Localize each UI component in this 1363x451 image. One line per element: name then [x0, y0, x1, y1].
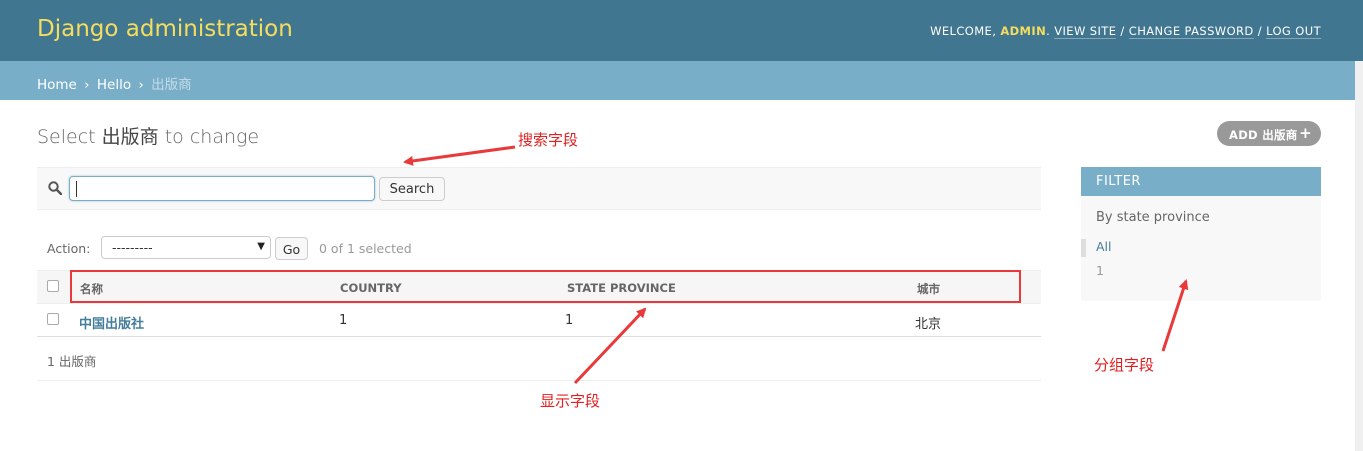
- page-title: Select 出版商 to change: [37, 126, 260, 148]
- view-site-link[interactable]: VIEW SITE: [1054, 24, 1117, 39]
- state-province-cell: 1: [565, 313, 574, 328]
- action-label: Action:: [47, 241, 91, 256]
- breadcrumb-separator: ›: [138, 77, 144, 93]
- add-button-label: ADD 出版商: [1229, 128, 1298, 142]
- breadcrumb-app[interactable]: Hello: [97, 77, 131, 93]
- table-row: 中国出版社 1 1 北京: [37, 304, 1041, 337]
- row-checkbox[interactable]: [47, 313, 59, 325]
- city-cell: 北京: [915, 317, 942, 332]
- selection-counter: 0 of 1 selected: [319, 241, 412, 256]
- go-button[interactable]: Go: [275, 237, 308, 260]
- search-annotation-arrow: [403, 145, 516, 166]
- welcome-text: WELCOME,: [930, 24, 1001, 38]
- search-input[interactable]: [69, 176, 375, 201]
- breadcrumb-separator: ›: [84, 77, 90, 93]
- search-field-annotation: 搜索字段: [518, 131, 579, 149]
- search-button[interactable]: Search: [379, 177, 445, 201]
- filter-heading: By state province: [1096, 210, 1210, 225]
- search-icon: [48, 181, 62, 195]
- scrollbar[interactable]: [1355, 61, 1363, 451]
- plus-icon: +: [1299, 124, 1312, 142]
- paginator: 1 出版商: [37, 337, 1041, 381]
- breadcrumb-home[interactable]: Home: [37, 77, 77, 93]
- filter-option-all[interactable]: All: [1081, 239, 1112, 257]
- column-header-country[interactable]: COUNTRY: [340, 281, 402, 295]
- country-cell: 1: [339, 313, 348, 328]
- user-tools: WELCOME, ADMIN. VIEW SITE / CHANGE PASSW…: [930, 24, 1321, 39]
- table-header: 名称 COUNTRY STATE PROVINCE 城市: [37, 270, 1041, 304]
- filter-panel: FILTER By state province All 1: [1081, 167, 1321, 301]
- header-bar: Django administration WELCOME, ADMIN. VI…: [0, 0, 1363, 61]
- site-title[interactable]: Django administration: [37, 16, 293, 42]
- change-password-link[interactable]: CHANGE PASSWORD: [1128, 24, 1254, 39]
- column-header-city[interactable]: 城市: [917, 281, 940, 297]
- display-field-annotation: 显示字段: [540, 392, 601, 410]
- filter-option-1[interactable]: 1: [1096, 263, 1104, 278]
- breadcrumb: Home › Hello › 出版商: [0, 61, 1363, 100]
- breadcrumb-current: 出版商: [151, 77, 192, 93]
- filter-title: FILTER: [1081, 167, 1321, 196]
- text-cursor: [76, 181, 77, 197]
- group-field-annotation: 分组字段: [1094, 356, 1155, 374]
- username: ADMIN: [1000, 24, 1047, 38]
- publisher-name-link[interactable]: 中国出版社: [79, 313, 144, 332]
- separator: /: [1116, 24, 1129, 38]
- select-all-checkbox[interactable]: [47, 280, 59, 292]
- search-toolbar: Search: [37, 167, 1041, 210]
- column-header-name[interactable]: 名称: [80, 281, 103, 297]
- column-header-state-province[interactable]: STATE PROVINCE: [567, 281, 676, 295]
- separator: /: [1253, 24, 1267, 38]
- add-publisher-button[interactable]: ADD 出版商 +: [1217, 121, 1321, 146]
- action-select[interactable]: --------- ▼: [101, 236, 271, 259]
- chevron-down-icon: ▼: [257, 241, 265, 252]
- action-selected-option: ---------: [112, 240, 153, 255]
- log-out-link[interactable]: LOG OUT: [1266, 24, 1321, 39]
